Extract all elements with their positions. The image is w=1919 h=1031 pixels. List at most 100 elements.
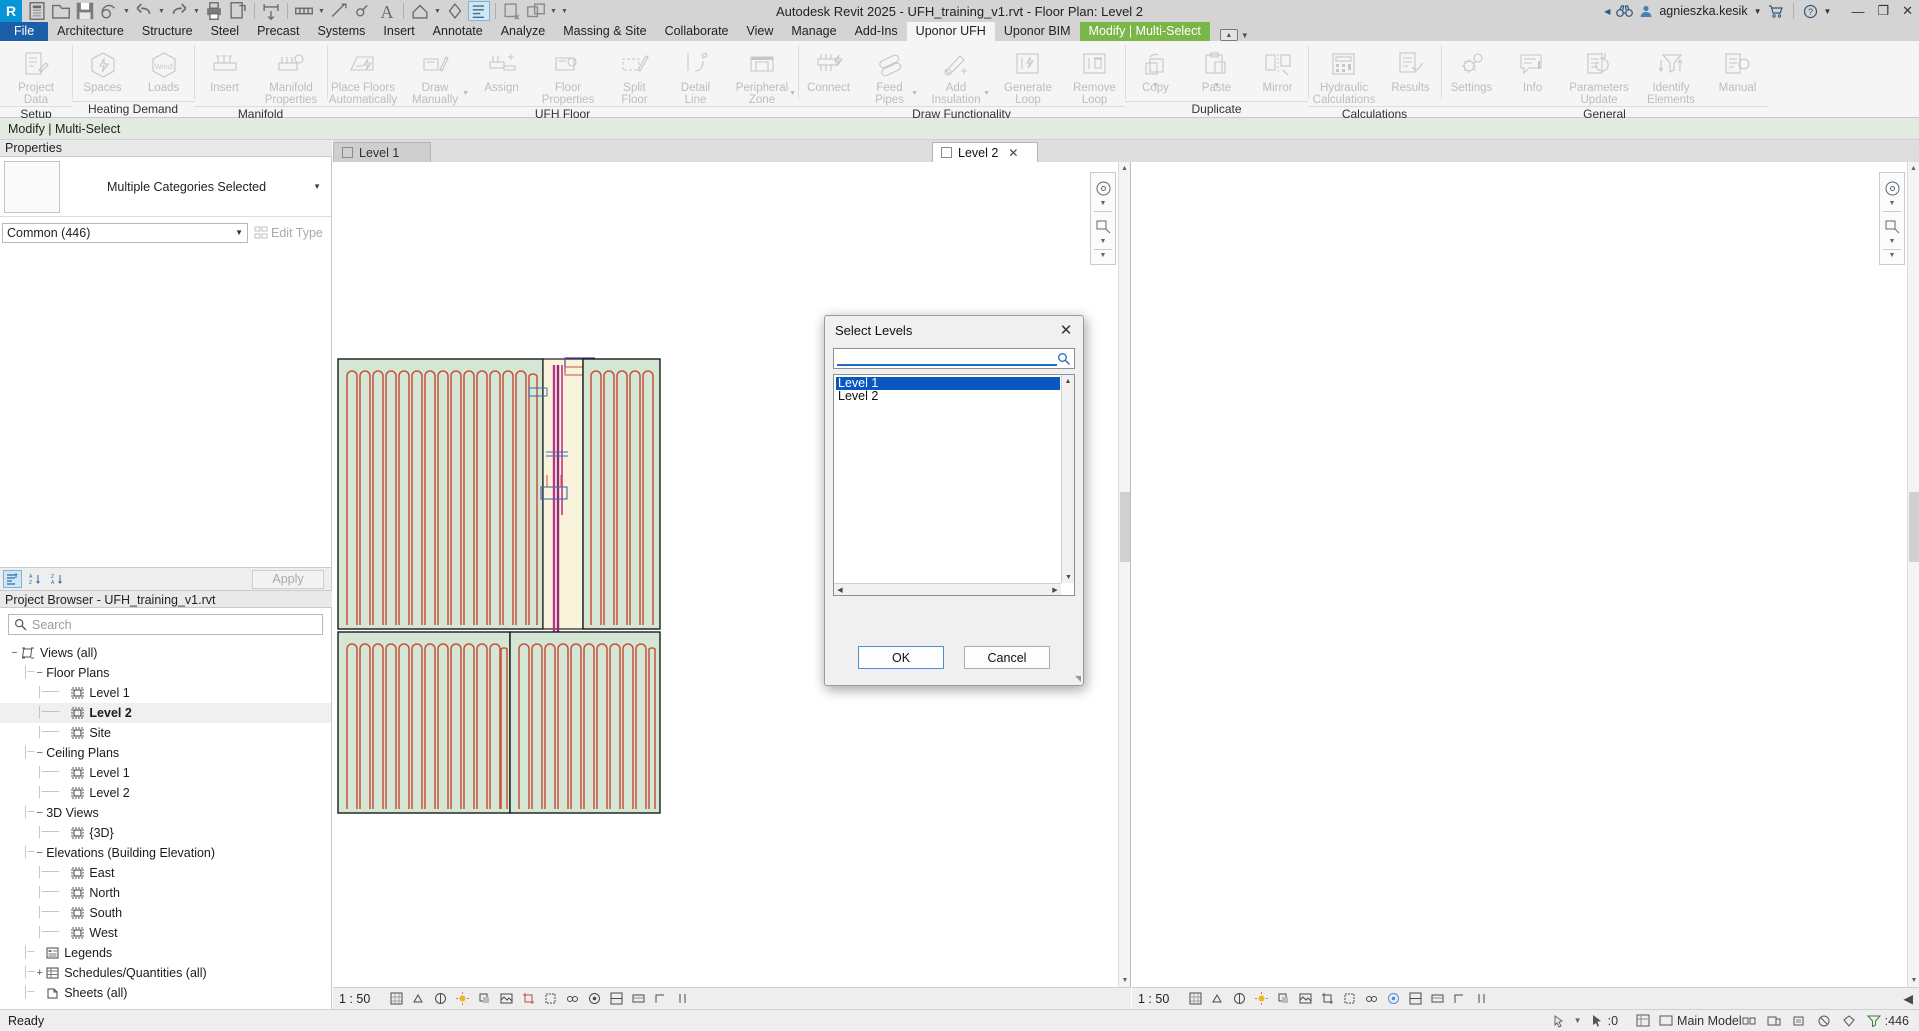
detail-level-icon[interactable] — [1211, 992, 1224, 1005]
zoom-icon[interactable] — [1884, 214, 1901, 238]
editable-only-icon[interactable] — [1792, 1014, 1806, 1028]
tree-item-sheets-all[interactable]: │─ Sheets (all) — [0, 983, 331, 1003]
help-dropdown-icon[interactable]: ▼ — [1824, 7, 1832, 16]
tree-item-level-2[interactable]: │─── Level 2 — [0, 783, 331, 803]
close-icon[interactable]: ✕ — [1008, 146, 1018, 160]
chevron-down-icon[interactable]: ▼ — [1213, 80, 1220, 92]
cancel-button[interactable]: Cancel — [964, 646, 1050, 669]
steering-wheel-icon[interactable] — [1884, 176, 1901, 200]
measure-icon[interactable] — [260, 1, 282, 21]
connect-button[interactable]: Connect — [798, 44, 859, 94]
design-options-icon[interactable] — [1767, 1014, 1781, 1028]
redo-icon[interactable] — [168, 1, 190, 21]
dimension-dropdown-icon[interactable]: ▼ — [317, 8, 326, 15]
aligned-dimension-icon[interactable] — [293, 1, 315, 21]
switch-windows-dropdown-icon[interactable]: ▼ — [549, 8, 558, 15]
hydraulic-calculations-button[interactable]: Hydraulic Calculations — [1308, 44, 1380, 106]
zoom-dropdown-icon[interactable]: ▼ — [1889, 238, 1896, 247]
undo-dropdown-icon[interactable]: ▼ — [157, 8, 166, 15]
section-icon[interactable] — [444, 1, 466, 21]
tab-analyze[interactable]: Analyze — [492, 22, 554, 41]
project-data-button[interactable]: Project Data — [0, 44, 72, 106]
tab-collaborate[interactable]: Collaborate — [656, 22, 738, 41]
spot-elevation-icon[interactable] — [352, 1, 374, 21]
close-button[interactable]: ✕ — [1902, 3, 1913, 19]
view-scale-icon[interactable] — [1189, 992, 1202, 1005]
chevron-down-icon[interactable]: ▼ — [462, 88, 469, 100]
draw-manually-button[interactable]: Draw Manually ▼ — [399, 44, 471, 106]
restore-button[interactable]: ❐ — [1877, 3, 1889, 19]
manifold-properties-button[interactable]: Manifold Properties — [255, 44, 327, 106]
collapse-icon[interactable]: − — [33, 747, 46, 759]
minimize-button[interactable]: — — [1851, 4, 1864, 19]
view-scale-right[interactable]: 1 : 50 — [1138, 992, 1180, 1006]
paste-button[interactable]: Paste ▼ — [1186, 44, 1247, 94]
close-icon[interactable]: ✕ — [1055, 320, 1077, 340]
dialog-resize-grip[interactable]: ◥ — [1075, 674, 1081, 683]
insert-manifold-button[interactable]: Insert — [194, 44, 255, 94]
view-navigation-bar-left[interactable]: ▼ ▼ ▼ — [1090, 172, 1116, 265]
print-icon[interactable] — [203, 1, 225, 21]
default-3d-view-icon[interactable] — [409, 1, 431, 21]
shadows-icon[interactable] — [478, 992, 491, 1005]
scroll-up-icon[interactable]: ▲ — [1119, 162, 1130, 175]
canvas-vertical-scrollbar-right[interactable]: ▲ ▼ — [1907, 162, 1919, 987]
sort-descending-icon[interactable]: ZA — [47, 570, 66, 588]
text-icon[interactable]: A — [376, 1, 398, 22]
user-name[interactable]: agnieszka.kesik — [1659, 4, 1747, 18]
levels-list[interactable]: Level 1 Level 2 ▲ ▼ ◀ ▶ — [833, 374, 1075, 596]
user-avatar-icon[interactable] — [1639, 4, 1653, 18]
crop-region-icon[interactable] — [1343, 992, 1356, 1005]
steering-wheel-dropdown-icon[interactable]: ▼ — [1100, 200, 1107, 209]
temporary-hide-isolate-icon[interactable] — [588, 992, 601, 1005]
add-insulation-button[interactable]: Add Insulation ▼ — [920, 44, 992, 106]
mirror-button[interactable]: Mirror — [1247, 44, 1308, 94]
horizontal-scroll-left-icon[interactable]: ◀ — [1903, 991, 1913, 1006]
collapse-icon[interactable]: − — [33, 847, 46, 859]
reveal-hidden-elements-icon[interactable] — [610, 992, 623, 1005]
tab-view[interactable]: View — [738, 22, 783, 41]
temporary-hide-isolate-icon[interactable] — [1387, 992, 1400, 1005]
properties-type-dropdown-icon[interactable]: ▼ — [313, 182, 327, 191]
analytical-model-icon[interactable] — [1453, 992, 1466, 1005]
place-floors-automatically-button[interactable]: Place Floors Automatically — [327, 44, 399, 106]
collapse-icon[interactable]: − — [33, 807, 46, 819]
project-data-icon[interactable] — [26, 1, 48, 21]
tab-annotate[interactable]: Annotate — [424, 22, 492, 41]
peripheral-zone-button[interactable]: Peripheral Zone ▼ — [726, 44, 798, 106]
lock-3d-view-icon[interactable] — [566, 992, 579, 1005]
apply-button[interactable]: Apply — [252, 569, 324, 589]
view-tab-level-1[interactable]: Level 1 — [333, 142, 431, 162]
properties-type-selector[interactable]: Multiple Categories Selected ▼ — [0, 157, 331, 217]
loads-button[interactable]: W/m2 Loads — [133, 44, 194, 94]
tab-insert[interactable]: Insert — [374, 22, 423, 41]
tree-item-west[interactable]: │─── West — [0, 923, 331, 943]
dialog-search-field[interactable] — [833, 348, 1075, 369]
edit-type-button[interactable]: Edit Type — [251, 226, 329, 240]
user-dropdown-icon[interactable]: ▼ — [1754, 7, 1762, 16]
chevron-down-icon[interactable]: ▼ — [911, 88, 918, 100]
scroll-up-icon[interactable]: ▲ — [1908, 162, 1919, 175]
zoom-dropdown-icon[interactable]: ▼ — [1100, 238, 1107, 247]
filter-button[interactable]: :446 — [1866, 1014, 1909, 1028]
scroll-right-icon[interactable]: ▶ — [1049, 584, 1061, 595]
tree-item-schedules-quantities-all[interactable]: │─ + Schedules/Quantities (all) — [0, 963, 331, 983]
levels-list-vertical-scrollbar[interactable]: ▲ ▼ — [1061, 375, 1074, 583]
shopping-cart-icon[interactable] — [1768, 4, 1784, 18]
tree-item-east[interactable]: │─── East — [0, 863, 331, 883]
parameters-update-button[interactable]: Parameters Update — [1563, 44, 1635, 106]
steering-wheel-dropdown-icon[interactable]: ▼ — [1889, 200, 1896, 209]
detail-line-button[interactable]: Detail Line — [665, 44, 726, 106]
feed-pipes-button[interactable]: Feed Pipes ▼ — [859, 44, 920, 106]
worksharing-display-icon[interactable] — [1431, 992, 1444, 1005]
tab-precast[interactable]: Precast — [248, 22, 308, 41]
project-browser-search[interactable]: Search — [8, 614, 323, 635]
manual-button[interactable]: Manual — [1707, 44, 1768, 94]
tree-item-legends[interactable]: │─ Legends — [0, 943, 331, 963]
tree-item-south[interactable]: │─── South — [0, 903, 331, 923]
ribbon-minimize-dropdown-icon[interactable]: ▼ — [1241, 31, 1249, 40]
properties-list-icon[interactable] — [3, 570, 22, 588]
visual-style-icon[interactable] — [1233, 992, 1246, 1005]
tab-modify-multi-select[interactable]: Modify | Multi-Select — [1079, 22, 1210, 41]
tab-steel[interactable]: Steel — [202, 22, 249, 41]
